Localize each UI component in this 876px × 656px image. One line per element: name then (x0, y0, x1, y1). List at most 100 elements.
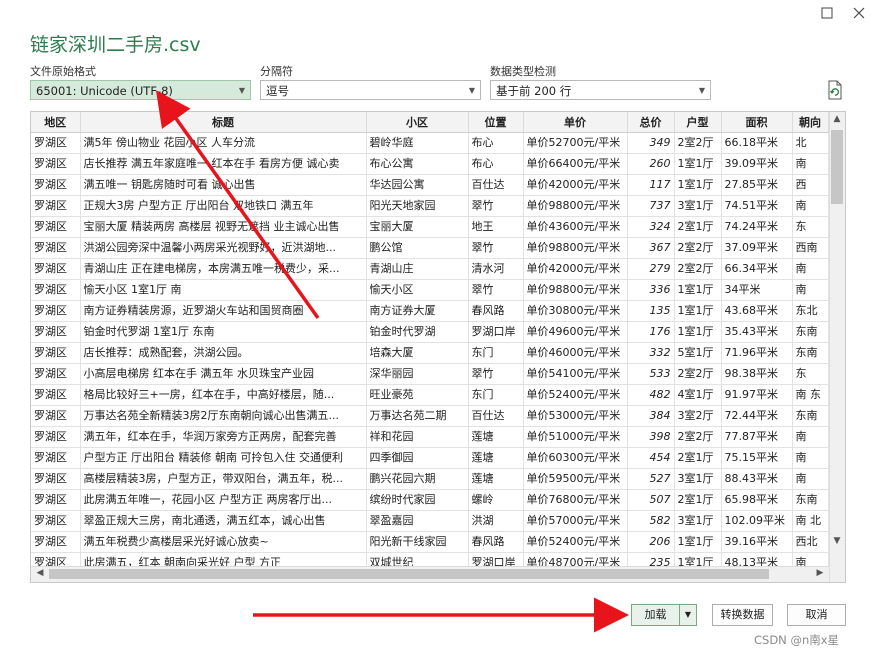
table-cell: 西 (792, 174, 829, 196)
table-cell: 碧岭华庭 (366, 132, 469, 154)
table-cell: 青湖山庄 正在建电梯房，本房满五唯一税费少，采... (80, 258, 367, 280)
window-title: 链家深圳二手房.csv (30, 34, 201, 56)
table-cell: 27.85平米 (721, 174, 793, 196)
table-cell: 65.98平米 (721, 489, 793, 511)
refresh-icon[interactable] (826, 80, 844, 100)
table-cell: 铂金时代罗湖 (366, 321, 469, 343)
table-cell: 东南 (792, 342, 829, 364)
table-cell: 单价76800元/平米 (523, 489, 628, 511)
column-header[interactable]: 地区 (31, 112, 81, 133)
transform-data-button[interactable]: 转换数据 (712, 604, 773, 626)
table-row: 罗湖区 宝丽大厦 精装两房 高楼层 视野无遮挡 业主诚心出售 宝丽大厦 地王 单价436… (31, 216, 829, 238)
table-cell: 鹏公馆 (366, 237, 469, 259)
scroll-right-icon[interactable]: ▶ (813, 568, 827, 578)
table-cell: 2室2厅 (674, 132, 722, 154)
table-cell: 南 (792, 426, 829, 448)
table-cell: 万事达名苑二期 (366, 405, 469, 427)
table-cell: 南方证券精装房源，近罗湖火车站和国贸商圈 (80, 300, 367, 322)
table-row: 罗湖区 翠盈正规大三房，南北通透，满五红本，诚心出售 翠盈嘉园 洪湖 单价57000元/… (31, 510, 829, 532)
table-cell: 单价52400元/平米 (523, 384, 628, 406)
table-cell: 愉天小区 (366, 279, 469, 301)
table-cell: 罗湖区 (31, 216, 81, 238)
table-cell: 1室1厅 (674, 321, 722, 343)
table-cell: 737 (627, 195, 675, 217)
table-cell: 满五唯一 钥匙房随时可看 诚心出售 (80, 174, 367, 196)
table-cell: 74.51平米 (721, 195, 793, 217)
table-cell: 罗湖区 (31, 405, 81, 427)
table-cell: 482 (627, 384, 675, 406)
table-cell: 此房满五年唯一，花园小区 户型方正 两房客厅出... (80, 489, 367, 511)
table-cell: 宝丽大厦 精装两房 高楼层 视野无遮挡 业主诚心出售 (80, 216, 367, 238)
delimiter-dropdown[interactable]: 逗号 ▼ (260, 80, 481, 100)
table-row: 罗湖区 正规大3房 户型方正 厅出阳台 双地铁口 满五年 阳光天地家园 翠竹 单价988… (31, 195, 829, 217)
table-cell: 东南 (792, 321, 829, 343)
vertical-scroll-thumb[interactable] (831, 130, 843, 204)
table-cell: 罗湖区 (31, 384, 81, 406)
table-cell: 鹏兴花园六期 (366, 468, 469, 490)
table-cell: 南 (792, 258, 829, 280)
table-cell: 满5年 傍山物业 花园小区 人车分流 (80, 132, 367, 154)
column-header[interactable]: 朝向 (792, 112, 829, 133)
table-cell: 南 (792, 468, 829, 490)
file-origin-label: 文件原始格式 (30, 65, 96, 78)
table-cell: 176 (627, 321, 675, 343)
scroll-up-icon[interactable]: ▲ (830, 114, 844, 124)
table-cell: 百仕达 (468, 174, 524, 196)
table-cell: 2室1厅 (674, 489, 722, 511)
type-detection-dropdown[interactable]: 基于前 200 行 ▼ (490, 80, 711, 100)
table-cell: 367 (627, 237, 675, 259)
table-cell: 翠竹 (468, 237, 524, 259)
table-cell: 336 (627, 279, 675, 301)
column-header[interactable]: 标题 (80, 112, 367, 133)
table-cell: 罗湖区 (31, 132, 81, 154)
column-header[interactable]: 小区 (366, 112, 469, 133)
scroll-down-icon[interactable]: ▼ (830, 536, 844, 546)
table-row: 罗湖区 满五年税费少高楼层采光好诚心放卖~ 阳光新干线家园 春风路 单价52400元/平… (31, 531, 829, 553)
table-cell: 324 (627, 216, 675, 238)
table-cell: 罗湖口岸 (468, 321, 524, 343)
horizontal-scroll-thumb[interactable] (49, 569, 769, 579)
table-cell: 罗湖区 (31, 342, 81, 364)
cancel-button[interactable]: 取消 (787, 604, 846, 626)
close-icon[interactable] (848, 4, 870, 26)
table-cell: 527 (627, 468, 675, 490)
chevron-down-icon: ▼ (468, 86, 475, 95)
table-cell: 愉天小区 1室1厅 南 (80, 279, 367, 301)
table-cell: 2室2厅 (674, 363, 722, 385)
table-cell: 单价59500元/平米 (523, 468, 628, 490)
load-dropdown-chevron-icon[interactable]: ▼ (679, 604, 697, 626)
scroll-left-icon[interactable]: ◀ (33, 568, 47, 578)
table-cell: 3室1厅 (674, 468, 722, 490)
table-cell: 102.09平米 (721, 510, 793, 532)
table-cell: 南 (792, 447, 829, 469)
file-origin-dropdown[interactable]: 65001: Unicode (UTF-8) ▼ (30, 80, 251, 100)
table-cell: 青湖山庄 (366, 258, 469, 280)
table-cell: 单价98800元/平米 (523, 237, 628, 259)
table-cell: 小高层电梯房 红本在手 满五年 水贝珠宝产业园 (80, 363, 367, 385)
table-row: 罗湖区 洪湖公园旁深中温馨小两房采光视野好，近洪湖地... 鹏公馆 翠竹 单价98800… (31, 237, 829, 259)
table-cell: 螺岭 (468, 489, 524, 511)
table-cell: 71.96平米 (721, 342, 793, 364)
minimize-icon[interactable] (816, 4, 838, 26)
column-header[interactable]: 单价 (523, 112, 628, 133)
table-cell: 37.09平米 (721, 237, 793, 259)
table-cell: 西南 (792, 237, 829, 259)
table-cell: 罗湖区 (31, 363, 81, 385)
preview-table: 地区 标题 小区 位置 单价 总价 户型 面积 朝向 罗湖区 满5年 傍山物业 花园小区 人车分流… (31, 112, 829, 574)
table-cell: 翠盈嘉园 (366, 510, 469, 532)
column-header[interactable]: 位置 (468, 112, 524, 133)
table-cell: 582 (627, 510, 675, 532)
load-button[interactable]: 加载 (631, 604, 680, 626)
table-cell: 罗湖区 (31, 426, 81, 448)
data-preview-grid[interactable]: 地区 标题 小区 位置 单价 总价 户型 面积 朝向 罗湖区 满5年 傍山物业 花园小区 人车分流… (30, 111, 846, 583)
column-header[interactable]: 面积 (721, 112, 793, 133)
table-cell: 72.44平米 (721, 405, 793, 427)
table-cell: 布心 (468, 132, 524, 154)
table-cell: 南 北 (792, 510, 829, 532)
column-header[interactable]: 总价 (627, 112, 675, 133)
table-cell: 398 (627, 426, 675, 448)
column-header[interactable]: 户型 (674, 112, 722, 133)
table-cell: 罗湖区 (31, 531, 81, 553)
table-cell: 祥和花园 (366, 426, 469, 448)
table-cell: 1室1厅 (674, 531, 722, 553)
